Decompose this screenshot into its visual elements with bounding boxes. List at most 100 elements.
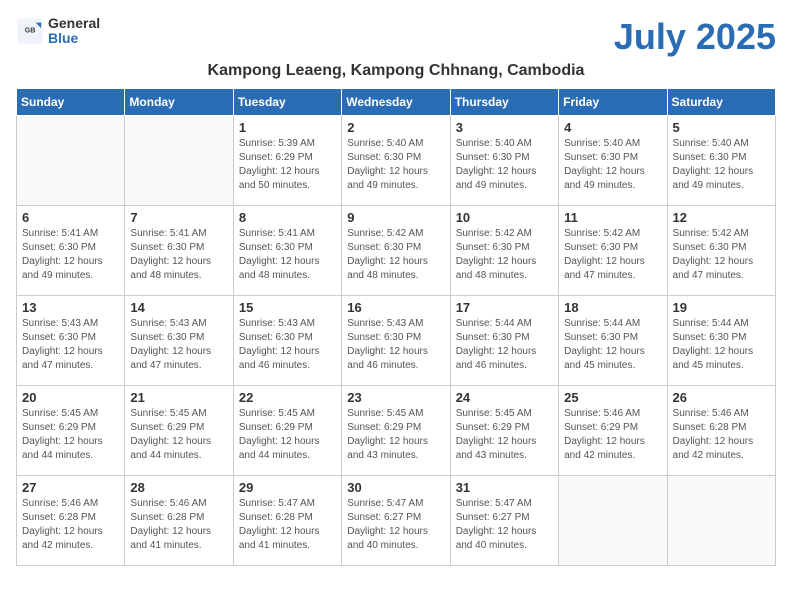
day-info: Sunrise: 5:44 AM Sunset: 6:30 PM Dayligh… — [456, 317, 553, 373]
day-header-friday: Friday — [559, 89, 667, 116]
day-number: 25 — [564, 390, 661, 405]
day-number: 6 — [22, 210, 119, 225]
calendar-cell: 27 Sunrise: 5:46 AM Sunset: 6:28 PM Dayli… — [17, 476, 125, 566]
calendar-cell: 1 Sunrise: 5:39 AM Sunset: 6:29 PM Daylig… — [233, 116, 341, 206]
calendar-cell — [17, 116, 125, 206]
day-header-thursday: Thursday — [450, 89, 558, 116]
day-number: 23 — [347, 390, 444, 405]
day-info: Sunrise: 5:40 AM Sunset: 6:30 PM Dayligh… — [347, 137, 444, 193]
calendar-cell: 26 Sunrise: 5:46 AM Sunset: 6:28 PM Dayli… — [667, 386, 775, 476]
calendar-cell: 17 Sunrise: 5:44 AM Sunset: 6:30 PM Dayli… — [450, 296, 558, 386]
day-number: 10 — [456, 210, 553, 225]
calendar-cell: 11 Sunrise: 5:42 AM Sunset: 6:30 PM Dayli… — [559, 206, 667, 296]
calendar-cell: 25Sunrise: 5:46 AM Sunset: 6:29 PM Dayli… — [559, 386, 667, 476]
day-info: Sunrise: 5:46 AM Sunset: 6:28 PM Dayligh… — [22, 497, 119, 553]
day-info: Sunrise: 5:40 AM Sunset: 6:30 PM Dayligh… — [673, 137, 770, 193]
day-header-wednesday: Wednesday — [342, 89, 450, 116]
day-header-saturday: Saturday — [667, 89, 775, 116]
calendar-cell: 12 Sunrise: 5:42 AM Sunset: 6:30 PM Dayli… — [667, 206, 775, 296]
day-info: Sunrise: 5:42 AM Sunset: 6:30 PM Dayligh… — [564, 227, 661, 283]
day-info: Sunrise: 5:45 AM Sunset: 6:29 PM Dayligh… — [239, 407, 336, 463]
day-info: Sunrise: 5:44 AM Sunset: 6:30 PM Dayligh… — [673, 317, 770, 373]
calendar-cell — [125, 116, 233, 206]
day-number: 5 — [673, 120, 770, 135]
day-number: 29 — [239, 480, 336, 495]
calendar-cell: 19 Sunrise: 5:44 AM Sunset: 6:30 PM Dayli… — [667, 296, 775, 386]
day-info: Sunrise: 5:44 AM Sunset: 6:30 PM Dayligh… — [564, 317, 661, 373]
calendar-cell: 10 Sunrise: 5:42 AM Sunset: 6:30 PM Dayli… — [450, 206, 558, 296]
calendar-cell: 14 Sunrise: 5:43 AM Sunset: 6:30 PM Dayli… — [125, 296, 233, 386]
day-number: 24 — [456, 390, 553, 405]
calendar-cell: 13 Sunrise: 5:43 AM Sunset: 6:30 PM Dayli… — [17, 296, 125, 386]
day-info: Sunrise: 5:41 AM Sunset: 6:30 PM Dayligh… — [239, 227, 336, 283]
calendar-cell — [559, 476, 667, 566]
day-number: 8 — [239, 210, 336, 225]
calendar-cell: 4Sunrise: 5:40 AM Sunset: 6:30 PM Daylig… — [559, 116, 667, 206]
location-title: Kampong Leaeng, Kampong Chhnang, Cambodi… — [16, 62, 776, 80]
calendar-cell: 5 Sunrise: 5:40 AM Sunset: 6:30 PM Daylig… — [667, 116, 775, 206]
day-number: 9 — [347, 210, 444, 225]
day-number: 19 — [673, 300, 770, 315]
day-header-sunday: Sunday — [17, 89, 125, 116]
day-number: 12 — [673, 210, 770, 225]
day-info: Sunrise: 5:47 AM Sunset: 6:28 PM Dayligh… — [239, 497, 336, 553]
day-info: Sunrise: 5:46 AM Sunset: 6:28 PM Dayligh… — [673, 407, 770, 463]
day-info: Sunrise: 5:43 AM Sunset: 6:30 PM Dayligh… — [22, 317, 119, 373]
day-number: 21 — [130, 390, 227, 405]
day-info: Sunrise: 5:45 AM Sunset: 6:29 PM Dayligh… — [22, 407, 119, 463]
day-info: Sunrise: 5:46 AM Sunset: 6:28 PM Dayligh… — [130, 497, 227, 553]
calendar-cell: 3Sunrise: 5:40 AM Sunset: 6:30 PM Daylig… — [450, 116, 558, 206]
day-info: Sunrise: 5:40 AM Sunset: 6:30 PM Dayligh… — [564, 137, 661, 193]
day-number: 15 — [239, 300, 336, 315]
day-number: 1 — [239, 120, 336, 135]
calendar-cell: 29 Sunrise: 5:47 AM Sunset: 6:28 PM Dayli… — [233, 476, 341, 566]
day-number: 18 — [564, 300, 661, 315]
day-info: Sunrise: 5:47 AM Sunset: 6:27 PM Dayligh… — [347, 497, 444, 553]
day-info: Sunrise: 5:45 AM Sunset: 6:29 PM Dayligh… — [456, 407, 553, 463]
day-info: Sunrise: 5:42 AM Sunset: 6:30 PM Dayligh… — [673, 227, 770, 283]
day-info: Sunrise: 5:43 AM Sunset: 6:30 PM Dayligh… — [239, 317, 336, 373]
day-number: 13 — [22, 300, 119, 315]
calendar-cell: 15 Sunrise: 5:43 AM Sunset: 6:30 PM Dayli… — [233, 296, 341, 386]
day-info: Sunrise: 5:47 AM Sunset: 6:27 PM Dayligh… — [456, 497, 553, 553]
calendar-cell: 6 Sunrise: 5:41 AM Sunset: 6:30 PM Daylig… — [17, 206, 125, 296]
day-info: Sunrise: 5:42 AM Sunset: 6:30 PM Dayligh… — [347, 227, 444, 283]
month-title: July 2025 — [614, 16, 776, 58]
logo-general: General — [48, 16, 100, 31]
day-number: 31 — [456, 480, 553, 495]
day-info: Sunrise: 5:45 AM Sunset: 6:29 PM Dayligh… — [130, 407, 227, 463]
calendar-cell: 23 Sunrise: 5:45 AM Sunset: 6:29 PM Dayli… — [342, 386, 450, 476]
day-number: 28 — [130, 480, 227, 495]
day-info: Sunrise: 5:42 AM Sunset: 6:30 PM Dayligh… — [456, 227, 553, 283]
logo-blue: Blue — [48, 31, 100, 46]
calendar-cell: 20 Sunrise: 5:45 AM Sunset: 6:29 PM Dayli… — [17, 386, 125, 476]
calendar-cell: 2 Sunrise: 5:40 AM Sunset: 6:30 PM Daylig… — [342, 116, 450, 206]
calendar-cell: 24 Sunrise: 5:45 AM Sunset: 6:29 PM Dayli… — [450, 386, 558, 476]
day-number: 20 — [22, 390, 119, 405]
calendar-cell: 8 Sunrise: 5:41 AM Sunset: 6:30 PM Daylig… — [233, 206, 341, 296]
day-number: 7 — [130, 210, 227, 225]
day-info: Sunrise: 5:39 AM Sunset: 6:29 PM Dayligh… — [239, 137, 336, 193]
calendar-cell: 7 Sunrise: 5:41 AM Sunset: 6:30 PM Daylig… — [125, 206, 233, 296]
day-info: Sunrise: 5:45 AM Sunset: 6:29 PM Dayligh… — [347, 407, 444, 463]
calendar-cell: 31 Sunrise: 5:47 AM Sunset: 6:27 PM Dayli… — [450, 476, 558, 566]
calendar-cell: 21 Sunrise: 5:45 AM Sunset: 6:29 PM Dayli… — [125, 386, 233, 476]
calendar-cell: 18 Sunrise: 5:44 AM Sunset: 6:30 PM Dayli… — [559, 296, 667, 386]
logo-icon: GB — [16, 17, 44, 45]
calendar-cell: 28 Sunrise: 5:46 AM Sunset: 6:28 PM Dayli… — [125, 476, 233, 566]
day-number: 27 — [22, 480, 119, 495]
day-number: 11 — [564, 210, 661, 225]
day-info: Sunrise: 5:41 AM Sunset: 6:30 PM Dayligh… — [22, 227, 119, 283]
day-info: Sunrise: 5:43 AM Sunset: 6:30 PM Dayligh… — [130, 317, 227, 373]
day-info: Sunrise: 5:41 AM Sunset: 6:30 PM Dayligh… — [130, 227, 227, 283]
day-info: Sunrise: 5:43 AM Sunset: 6:30 PM Dayligh… — [347, 317, 444, 373]
day-number: 26 — [673, 390, 770, 405]
day-number: 16 — [347, 300, 444, 315]
day-number: 17 — [456, 300, 553, 315]
day-number: 14 — [130, 300, 227, 315]
day-number: 2 — [347, 120, 444, 135]
calendar: SundayMondayTuesdayWednesdayThursdayFrid… — [16, 88, 776, 566]
calendar-cell: 9 Sunrise: 5:42 AM Sunset: 6:30 PM Daylig… — [342, 206, 450, 296]
calendar-cell: 22 Sunrise: 5:45 AM Sunset: 6:29 PM Dayli… — [233, 386, 341, 476]
day-number: 22 — [239, 390, 336, 405]
